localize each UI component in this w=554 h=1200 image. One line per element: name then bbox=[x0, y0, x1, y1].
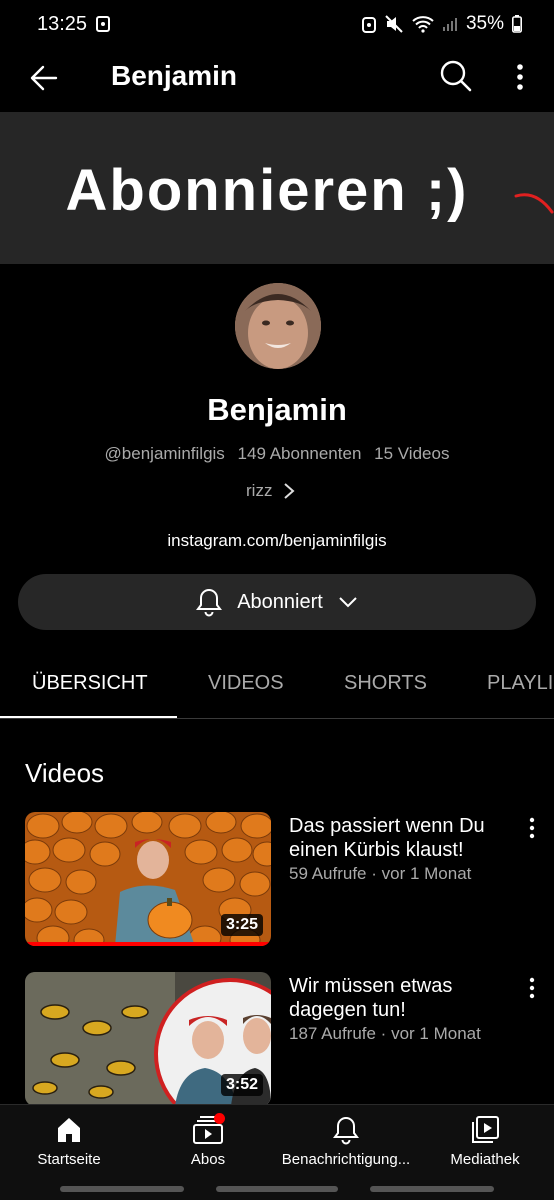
video-duration: 3:25 bbox=[220, 914, 263, 936]
nav-library[interactable]: Mediathek bbox=[416, 1115, 554, 1168]
channel-description-text: rizz bbox=[246, 481, 273, 500]
mute-icon bbox=[385, 15, 403, 33]
tab-shorts[interactable]: SHORTS bbox=[344, 672, 427, 695]
tab-overview[interactable]: ÜBERSICHT bbox=[32, 672, 148, 695]
video-meta: 59 Aufrufe · vor 1 Monat bbox=[289, 864, 472, 883]
more-vert-icon[interactable] bbox=[522, 976, 542, 1000]
gesture-handle bbox=[370, 1186, 494, 1192]
notification-badge bbox=[214, 1113, 225, 1124]
nav-home-label: Startseite bbox=[37, 1151, 101, 1168]
channel-name: Benjamin bbox=[207, 392, 347, 427]
video-card[interactable]: 3:52 Wir müssen etwas dagegen tun! 187 A… bbox=[25, 972, 545, 1106]
gesture-handle bbox=[60, 1186, 184, 1192]
status-bar: 13:25 35% bbox=[0, 0, 554, 50]
video-duration: 3:52 bbox=[220, 1074, 263, 1096]
video-count: 15 Videos bbox=[374, 444, 450, 463]
nav-library-label: Mediathek bbox=[450, 1151, 520, 1168]
bell-icon bbox=[196, 588, 223, 617]
subscribed-label: Abonniert bbox=[237, 590, 323, 613]
chevron-down-icon bbox=[339, 597, 357, 608]
nav-notifications-label: Benachrichtigung... bbox=[281, 1151, 411, 1168]
channel-handle: @benjaminfilgis bbox=[104, 444, 225, 463]
more-vert-icon[interactable] bbox=[522, 816, 542, 840]
top-app-bar: Benjamin bbox=[0, 50, 554, 110]
video-meta: 187 Aufrufe · vor 1 Monat bbox=[289, 1024, 481, 1043]
page-title: Benjamin bbox=[111, 60, 238, 91]
alarm-icon bbox=[361, 17, 376, 33]
channel-banner: Abonnieren ;) bbox=[0, 112, 554, 264]
subscribed-button[interactable]: Abonniert bbox=[18, 574, 536, 630]
avatar-image bbox=[235, 283, 321, 369]
video-title[interactable]: Das passiert wenn Du einen Kürbis klaust… bbox=[289, 814, 509, 862]
nav-subscriptions[interactable]: Abos bbox=[139, 1113, 277, 1168]
search-icon[interactable] bbox=[438, 58, 474, 94]
nav-subscriptions-label: Abos bbox=[190, 1151, 226, 1168]
video-thumbnail[interactable]: 3:52 bbox=[25, 972, 271, 1106]
tab-playlists[interactable]: PLAYLISTS bbox=[487, 672, 554, 695]
more-vert-icon[interactable] bbox=[505, 60, 535, 96]
gesture-handle bbox=[216, 1186, 338, 1192]
status-icons: 35% bbox=[361, 13, 522, 35]
battery-percent: 35% bbox=[465, 13, 504, 34]
banner-arrow-graphic bbox=[514, 193, 554, 214]
status-time: 13:25 bbox=[37, 13, 88, 35]
wifi-icon bbox=[412, 16, 434, 33]
battery-icon bbox=[512, 15, 522, 33]
library-icon bbox=[472, 1116, 499, 1143]
tab-indicator bbox=[0, 716, 177, 718]
channel-description[interactable]: rizz bbox=[246, 481, 296, 501]
notification-icon bbox=[96, 16, 110, 32]
chevron-right-icon bbox=[284, 483, 295, 499]
nav-home[interactable]: Startseite bbox=[0, 1115, 138, 1168]
back-arrow-icon[interactable] bbox=[26, 60, 62, 96]
nav-notifications[interactable]: Benachrichtigung... bbox=[277, 1115, 415, 1168]
channel-link[interactable]: instagram.com/benjaminfilgis bbox=[0, 531, 554, 551]
watch-progress-bar bbox=[25, 942, 271, 946]
subscriber-count: 149 Abonnenten bbox=[237, 444, 362, 463]
tab-videos[interactable]: VIDEOS bbox=[208, 672, 284, 695]
channel-avatar[interactable] bbox=[235, 283, 321, 369]
video-thumbnail[interactable]: 3:25 bbox=[25, 812, 271, 946]
banner-text: Abonnieren ;) bbox=[65, 158, 469, 223]
bell-icon bbox=[333, 1116, 359, 1145]
home-icon bbox=[58, 1118, 80, 1142]
channel-tabs: ÜBERSICHT VIDEOS SHORTS PLAYLISTS bbox=[0, 655, 554, 719]
signal-icon bbox=[442, 18, 457, 31]
channel-meta: @benjaminfilgis 149 Abonnenten 15 Videos bbox=[0, 444, 554, 464]
video-card[interactable]: 3:25 Das passiert wenn Du einen Kürbis k… bbox=[25, 812, 545, 946]
video-title[interactable]: Wir müssen etwas dagegen tun! bbox=[289, 974, 509, 1022]
section-title: Videos bbox=[25, 758, 105, 788]
